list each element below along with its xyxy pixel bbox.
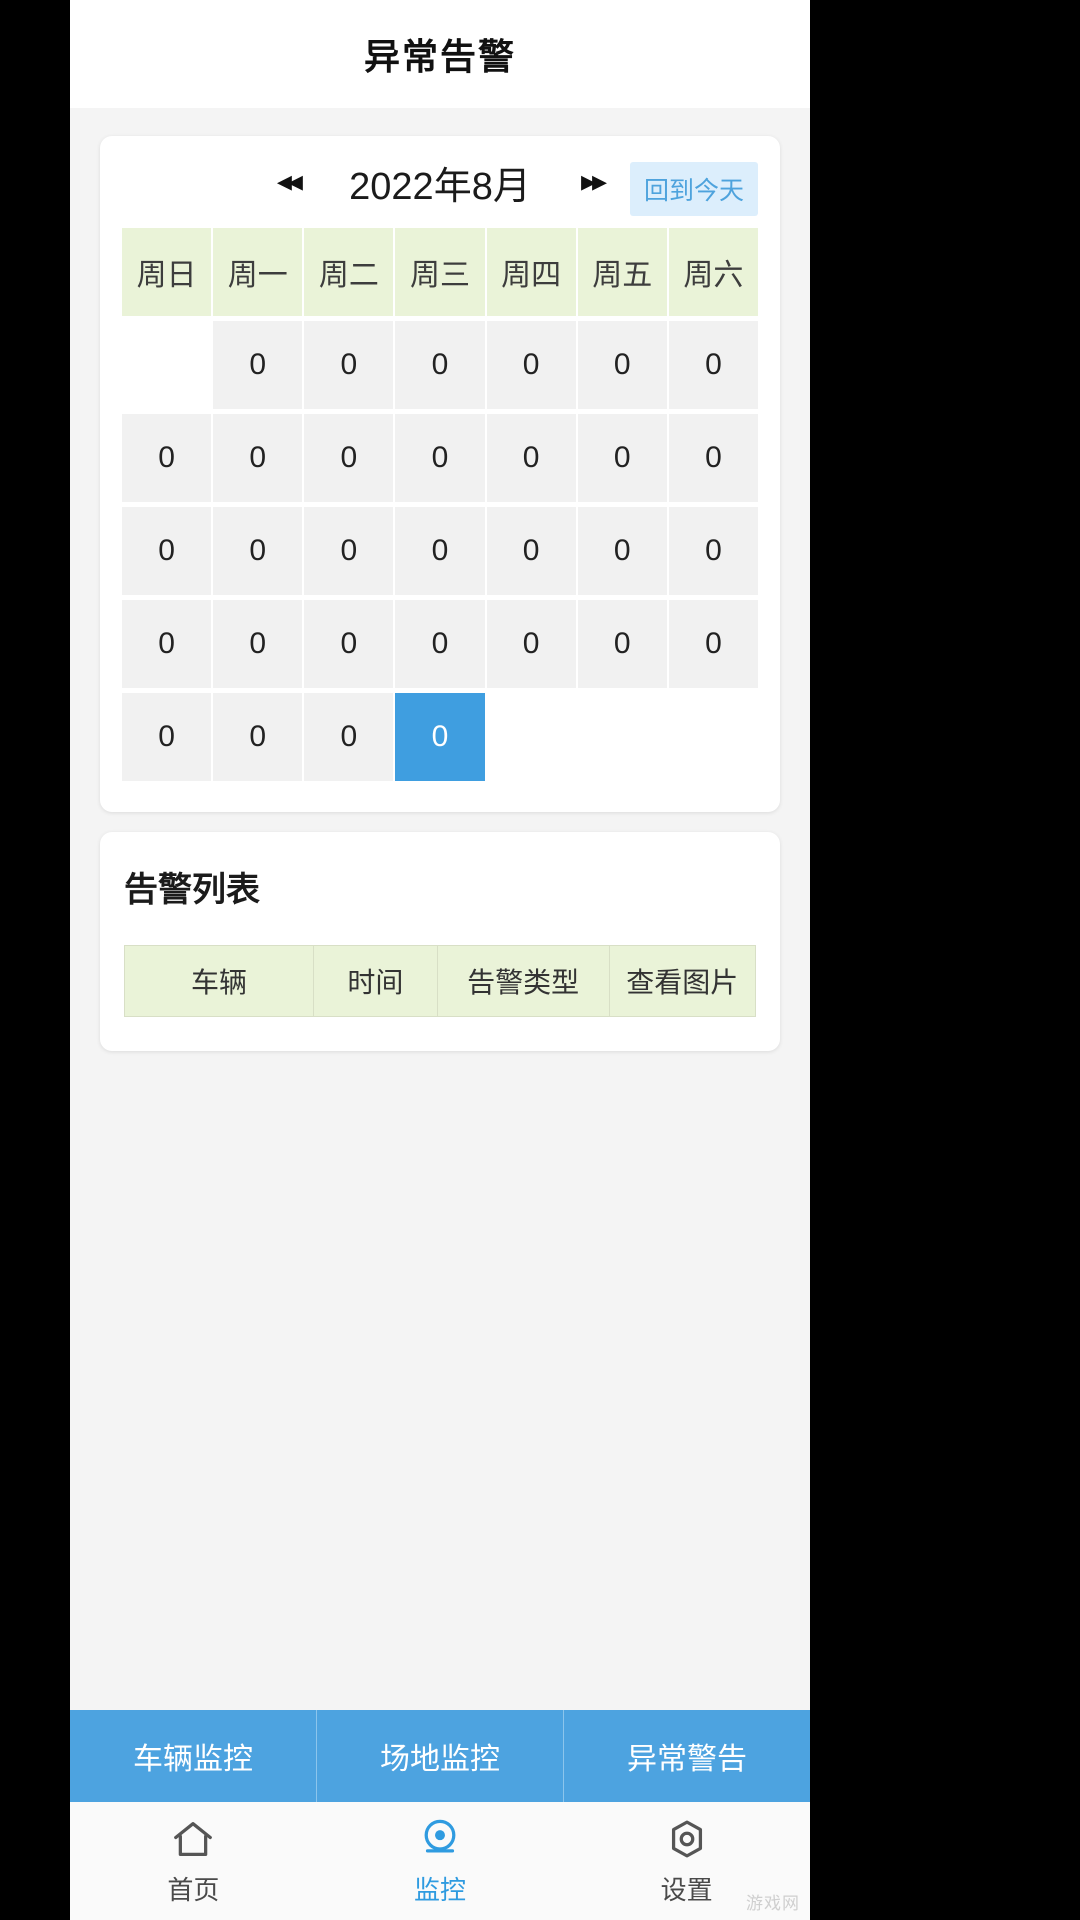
calendar-cell-selected[interactable]: 0 [395,693,485,781]
calendar-cell[interactable]: 0 [395,321,485,409]
calendar-cell[interactable]: 0 [122,507,212,595]
calendar-cell[interactable]: 0 [395,507,485,595]
calendar-cell-empty [487,693,576,781]
calendar-cell[interactable]: 0 [213,693,303,781]
calendar-cell[interactable]: 0 [577,507,667,595]
calendar-cell[interactable]: 0 [213,321,303,409]
calendar-cell[interactable]: 0 [304,414,394,502]
bottom-nav-label: 监控 [414,1874,467,1905]
app-titlebar: 异常告警 [70,0,810,108]
calendar-cell[interactable]: 0 [395,414,485,502]
calendar-cell[interactable]: 0 [122,693,212,781]
calendar-weekday-1: 周一 [213,228,303,316]
segment-tab-0[interactable]: 车辆监控 [70,1710,317,1802]
gear-icon [664,1816,710,1862]
calendar-cell[interactable]: 0 [213,414,303,502]
bottom-navigation: 首页 监控 设置游戏网 [70,1802,810,1920]
calendar-weekday-4: 周四 [486,228,576,316]
calendar-cell[interactable]: 0 [213,600,303,688]
calendar-cell[interactable]: 0 [486,507,576,595]
calendar-cell[interactable]: 0 [668,507,758,595]
watermark-text: 游戏网 [746,1894,800,1913]
alert-table-column-header: 车辆 [125,946,315,1016]
calendar-cell[interactable]: 0 [486,321,576,409]
alert-table-column-header: 告警类型 [437,946,610,1016]
calendar-day-rows: 0000000000000000000000000000000 [122,321,758,781]
alert-list-card: 告警列表 车辆 时间 告警类型 查看图片 [100,832,780,1051]
calendar-cell[interactable]: 0 [486,414,576,502]
calendar-cell[interactable]: 0 [577,600,667,688]
bottom-nav-label: 设置 [660,1874,713,1905]
calendar-cell[interactable]: 0 [304,507,394,595]
calendar-cell[interactable]: 0 [577,321,667,409]
bottom-nav-label: 首页 [167,1874,220,1905]
next-month-button[interactable]: ▸▸ [581,167,607,197]
calendar-cell-empty [578,693,667,781]
calendar-week-row: 0000000 [122,600,758,688]
bottom-nav-item-1[interactable]: 监控 [317,1802,564,1920]
calendar-card: ◂◂ 2022年8月 ▸▸ 回到今天 周日 周一 周二 周三 周四 周五 周六 000000… [100,136,780,812]
calendar-cell[interactable]: 0 [486,600,576,688]
calendar-grid: 周日 周一 周二 周三 周四 周五 周六 0000000000000000000000000… [100,228,780,781]
calendar-cell[interactable]: 0 [213,507,303,595]
calendar-cell[interactable]: 0 [122,600,212,688]
home-icon [170,1816,216,1862]
calendar-weekday-row: 周日 周一 周二 周三 周四 周五 周六 [122,228,758,316]
alert-table-column-header: 时间 [314,946,438,1016]
calendar-cell[interactable]: 0 [304,321,394,409]
calendar-weekday-2: 周二 [304,228,394,316]
calendar-week-row: 0000 [122,693,758,781]
alert-table-column-header: 查看图片 [609,946,755,1016]
calendar-cell[interactable]: 0 [577,414,667,502]
calendar-header: ◂◂ 2022年8月 ▸▸ 回到今天 [100,136,780,228]
calendar-weekday-6: 周六 [668,228,758,316]
calendar-week-row: 000000 [122,321,758,409]
phone-screen: 异常告警 ◂◂ 2022年8月 ▸▸ 回到今天 周日 周一 周二 周三 周四 周五 周六 0… [70,0,810,1920]
calendar-cell[interactable]: 0 [668,321,758,409]
calendar-month-label: 2022年8月 [349,165,531,208]
calendar-cell[interactable]: 0 [668,600,758,688]
calendar-week-row: 0000000 [122,507,758,595]
calendar-cell[interactable]: 0 [122,414,212,502]
calendar-cell[interactable]: 0 [304,693,394,781]
segment-tab-2[interactable]: 异常警告 [564,1710,810,1802]
bottom-nav-item-0[interactable]: 首页 [70,1802,317,1920]
calendar-cell-empty [122,321,211,409]
segment-tab-bar: 车辆监控 场地监控 异常警告 [70,1710,810,1802]
alert-list-title: 告警列表 [124,871,260,909]
alert-table-header: 车辆 时间 告警类型 查看图片 [124,945,756,1017]
prev-month-button[interactable]: ◂◂ [277,167,303,197]
calendar-cell[interactable]: 0 [668,414,758,502]
calendar-weekday-3: 周三 [395,228,485,316]
camera-icon [417,1816,463,1862]
page-title: 异常告警 [363,36,516,77]
calendar-week-row: 0000000 [122,414,758,502]
calendar-cell[interactable]: 0 [395,600,485,688]
calendar-weekday-0: 周日 [122,228,212,316]
calendar-cell[interactable]: 0 [304,600,394,688]
calendar-cell-empty [669,693,758,781]
segment-tab-1[interactable]: 场地监控 [317,1710,564,1802]
back-to-today-button[interactable]: 回到今天 [629,162,758,216]
calendar-weekday-5: 周五 [577,228,667,316]
